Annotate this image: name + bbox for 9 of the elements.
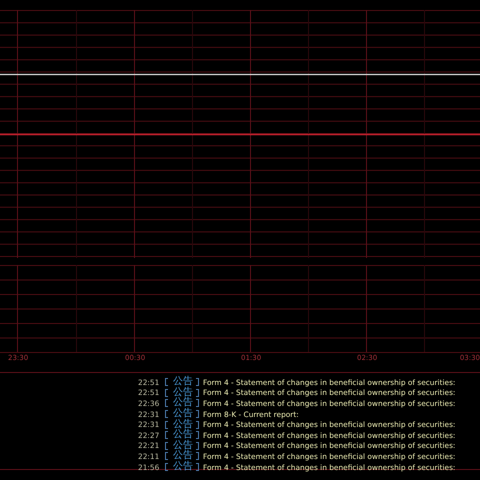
news-tag[interactable]: 公告 [173, 440, 193, 451]
news-tag[interactable]: 公告 [173, 409, 193, 420]
news-tag[interactable]: 公告 [173, 430, 193, 440]
news-tag[interactable]: 公告 [173, 388, 193, 398]
news-tag[interactable]: 公告 [173, 462, 193, 472]
news-tag[interactable]: 公告 [173, 420, 193, 430]
news-tag[interactable]: 公告 [173, 398, 193, 408]
news-tag[interactable]: 公告 [173, 451, 193, 462]
news-tag[interactable]: 公告 [173, 377, 193, 388]
